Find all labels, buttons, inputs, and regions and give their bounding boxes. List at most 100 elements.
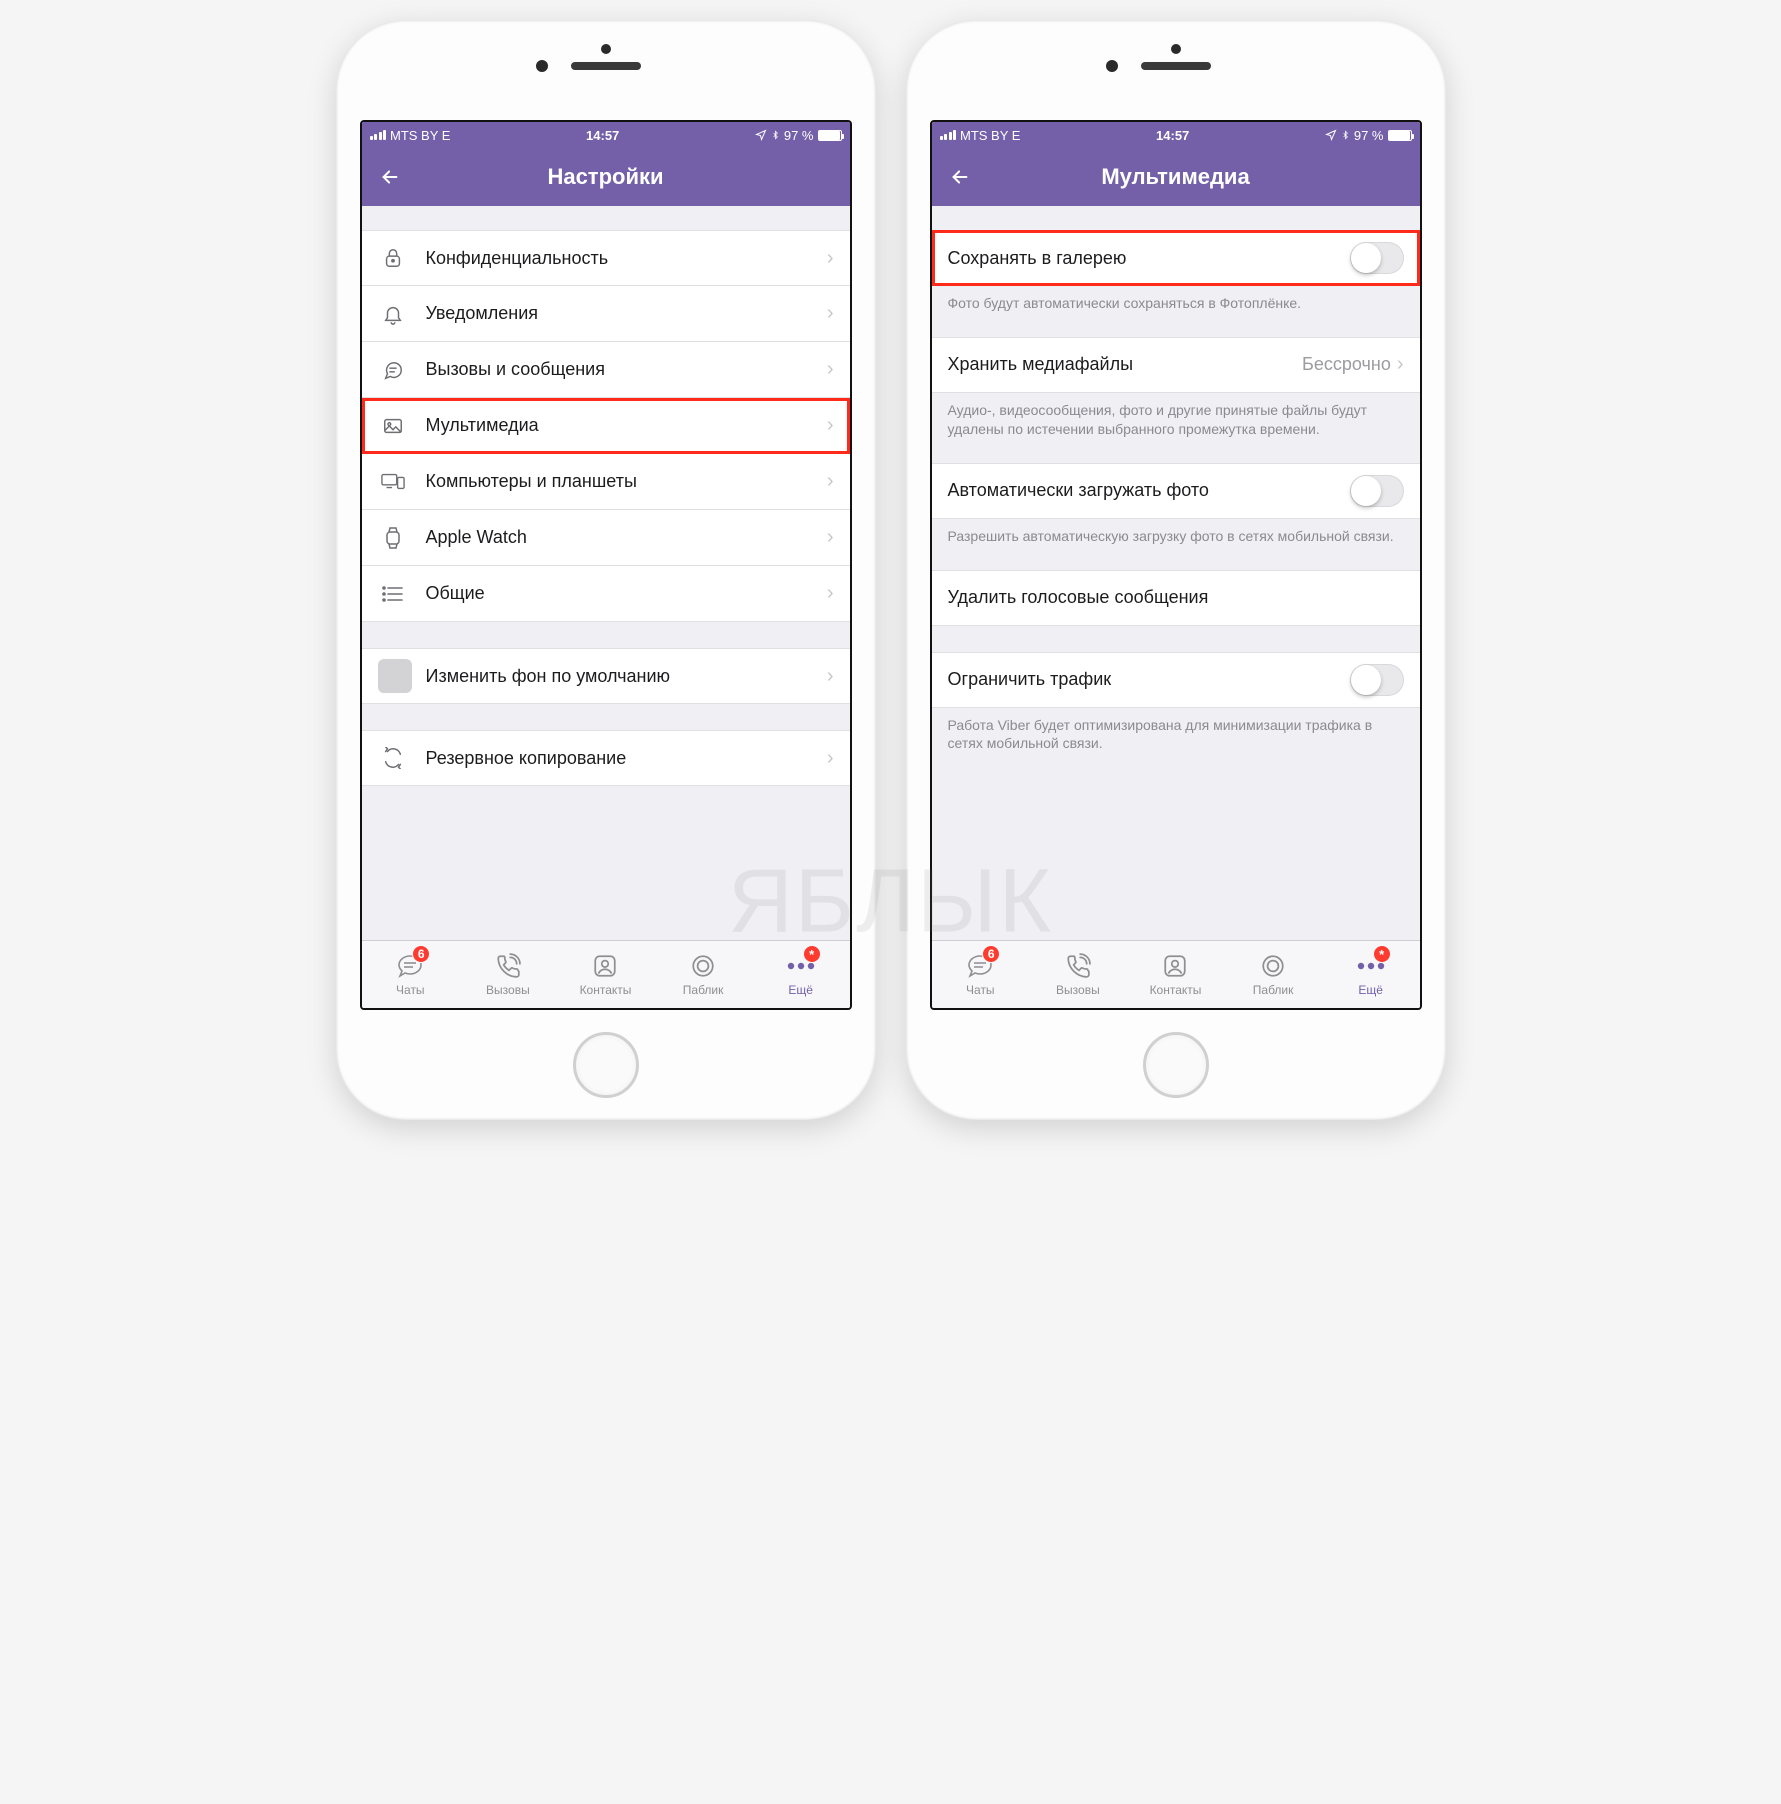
row-label: Уведомления — [426, 303, 827, 324]
row-notifications[interactable]: Уведомления › — [362, 286, 850, 342]
chats-badge: 6 — [412, 945, 430, 963]
tab-bar: 6 Чаты Вызовы Контакты — [362, 940, 850, 1008]
list-icon — [378, 579, 408, 609]
row-label: Резервное копирование — [426, 748, 827, 769]
tab-label: Паблик — [1253, 983, 1294, 997]
status-bar: MTS BY E 14:57 97 % — [932, 122, 1420, 148]
status-bar: MTS BY E 14:57 97 % — [362, 122, 850, 148]
bluetooth-icon — [771, 128, 780, 142]
chevron-right-icon: › — [827, 582, 834, 605]
row-label: Apple Watch — [426, 527, 827, 548]
tab-label: Чаты — [396, 983, 425, 997]
row-save-gallery[interactable]: Сохранять в галерею — [932, 230, 1420, 286]
row-limit-traffic[interactable]: Ограничить трафик — [932, 652, 1420, 708]
row-auto-download[interactable]: Автоматически загружать фото — [932, 463, 1420, 519]
tab-label: Чаты — [966, 983, 995, 997]
row-label: Конфиденциальность — [426, 248, 827, 269]
more-badge: * — [803, 945, 821, 963]
row-label: Вызовы и сообщения — [426, 359, 827, 380]
sync-icon — [378, 743, 408, 773]
row-label: Автоматически загружать фото — [948, 480, 1350, 501]
toggle-save-gallery[interactable] — [1350, 242, 1404, 274]
battery-pct: 97 % — [784, 128, 814, 143]
calls-icon — [1065, 952, 1091, 980]
tab-label: Вызовы — [1056, 983, 1100, 997]
screen-settings: MTS BY E 14:57 97 % Настройки — [360, 120, 852, 1010]
tab-chats[interactable]: 6 Чаты — [932, 941, 1030, 1008]
watch-icon — [378, 523, 408, 553]
tab-calls[interactable]: Вызовы — [459, 941, 557, 1008]
tab-contacts[interactable]: Контакты — [1127, 941, 1225, 1008]
row-label: Сохранять в галерею — [948, 248, 1350, 269]
status-time: 14:57 — [1020, 128, 1324, 143]
tab-contacts[interactable]: Контакты — [557, 941, 655, 1008]
phone-right: MTS BY E 14:57 97 % Мультимедиа — [906, 20, 1446, 1120]
tab-chats[interactable]: 6 Чаты — [362, 941, 460, 1008]
carrier-label: MTS BY E — [390, 128, 450, 143]
chevron-right-icon: › — [827, 358, 834, 381]
tab-calls[interactable]: Вызовы — [1029, 941, 1127, 1008]
tab-more[interactable]: * Ещё — [752, 941, 850, 1008]
phone-camera — [1171, 44, 1181, 54]
row-computers[interactable]: Компьютеры и планшеты › — [362, 454, 850, 510]
chevron-right-icon: › — [827, 470, 834, 493]
tab-label: Ещё — [788, 983, 813, 997]
tab-public[interactable]: Паблик — [654, 941, 752, 1008]
chevron-right-icon: › — [1397, 353, 1404, 376]
page-title: Мультимедиа — [1101, 164, 1249, 190]
note-auto-download: Разрешить автоматическую загрузку фото в… — [932, 519, 1420, 552]
more-badge: * — [1373, 945, 1391, 963]
contacts-icon — [1162, 952, 1188, 980]
tab-label: Вызовы — [486, 983, 530, 997]
back-button[interactable] — [376, 163, 404, 191]
phone-left: MTS BY E 14:57 97 % Настройки — [336, 20, 876, 1120]
row-apple-watch[interactable]: Apple Watch › — [362, 510, 850, 566]
multimedia-list: Сохранять в галерею Фото будут автоматич… — [932, 206, 1420, 940]
tab-more[interactable]: * Ещё — [1322, 941, 1420, 1008]
row-change-background[interactable]: Изменить фон по умолчанию › — [362, 648, 850, 704]
home-button[interactable] — [573, 1032, 639, 1098]
chevron-right-icon: › — [827, 247, 834, 270]
row-calls-messages[interactable]: Вызовы и сообщения › — [362, 342, 850, 398]
nav-header: Настройки — [362, 148, 850, 206]
row-privacy[interactable]: Конфиденциальность › — [362, 230, 850, 286]
row-label: Изменить фон по умолчанию — [426, 666, 827, 687]
battery-pct: 97 % — [1354, 128, 1384, 143]
store-media-value: Бессрочно — [1302, 354, 1391, 375]
row-label: Общие — [426, 583, 827, 604]
background-thumb — [378, 659, 412, 693]
nav-header: Мультимедиа — [932, 148, 1420, 206]
toggle-auto-download[interactable] — [1350, 475, 1404, 507]
public-icon — [1260, 952, 1286, 980]
row-label: Компьютеры и планшеты — [426, 471, 827, 492]
public-icon — [690, 952, 716, 980]
tab-public[interactable]: Паблик — [1224, 941, 1322, 1008]
row-label: Хранить медиафайлы — [948, 354, 1303, 375]
row-store-media[interactable]: Хранить медиафайлы Бессрочно › — [932, 337, 1420, 393]
bluetooth-icon — [1341, 128, 1350, 142]
contacts-icon — [592, 952, 618, 980]
home-button[interactable] — [1143, 1032, 1209, 1098]
lock-icon — [378, 243, 408, 273]
chevron-right-icon: › — [827, 302, 834, 325]
phone-speaker — [571, 62, 641, 70]
row-delete-voice[interactable]: Удалить голосовые сообщения — [932, 570, 1420, 626]
signal-icon — [940, 130, 957, 140]
back-button[interactable] — [946, 163, 974, 191]
image-icon — [378, 411, 408, 441]
chevron-right-icon: › — [827, 665, 834, 688]
row-multimedia[interactable]: Мультимедиа › — [362, 398, 850, 454]
bell-icon — [378, 299, 408, 329]
row-backup[interactable]: Резервное копирование › — [362, 730, 850, 786]
tab-bar: 6 Чаты Вызовы Контакты — [932, 940, 1420, 1008]
status-time: 14:57 — [450, 128, 754, 143]
battery-icon — [818, 130, 842, 141]
note-save-gallery: Фото будут автоматически сохраняться в Ф… — [932, 286, 1420, 319]
row-general[interactable]: Общие › — [362, 566, 850, 622]
settings-list: Конфиденциальность › Уведомления › Вызов… — [362, 206, 850, 940]
tab-label: Паблик — [683, 983, 724, 997]
carrier-label: MTS BY E — [960, 128, 1020, 143]
toggle-limit-traffic[interactable] — [1350, 664, 1404, 696]
chats-badge: 6 — [982, 945, 1000, 963]
page-title: Настройки — [547, 164, 663, 190]
